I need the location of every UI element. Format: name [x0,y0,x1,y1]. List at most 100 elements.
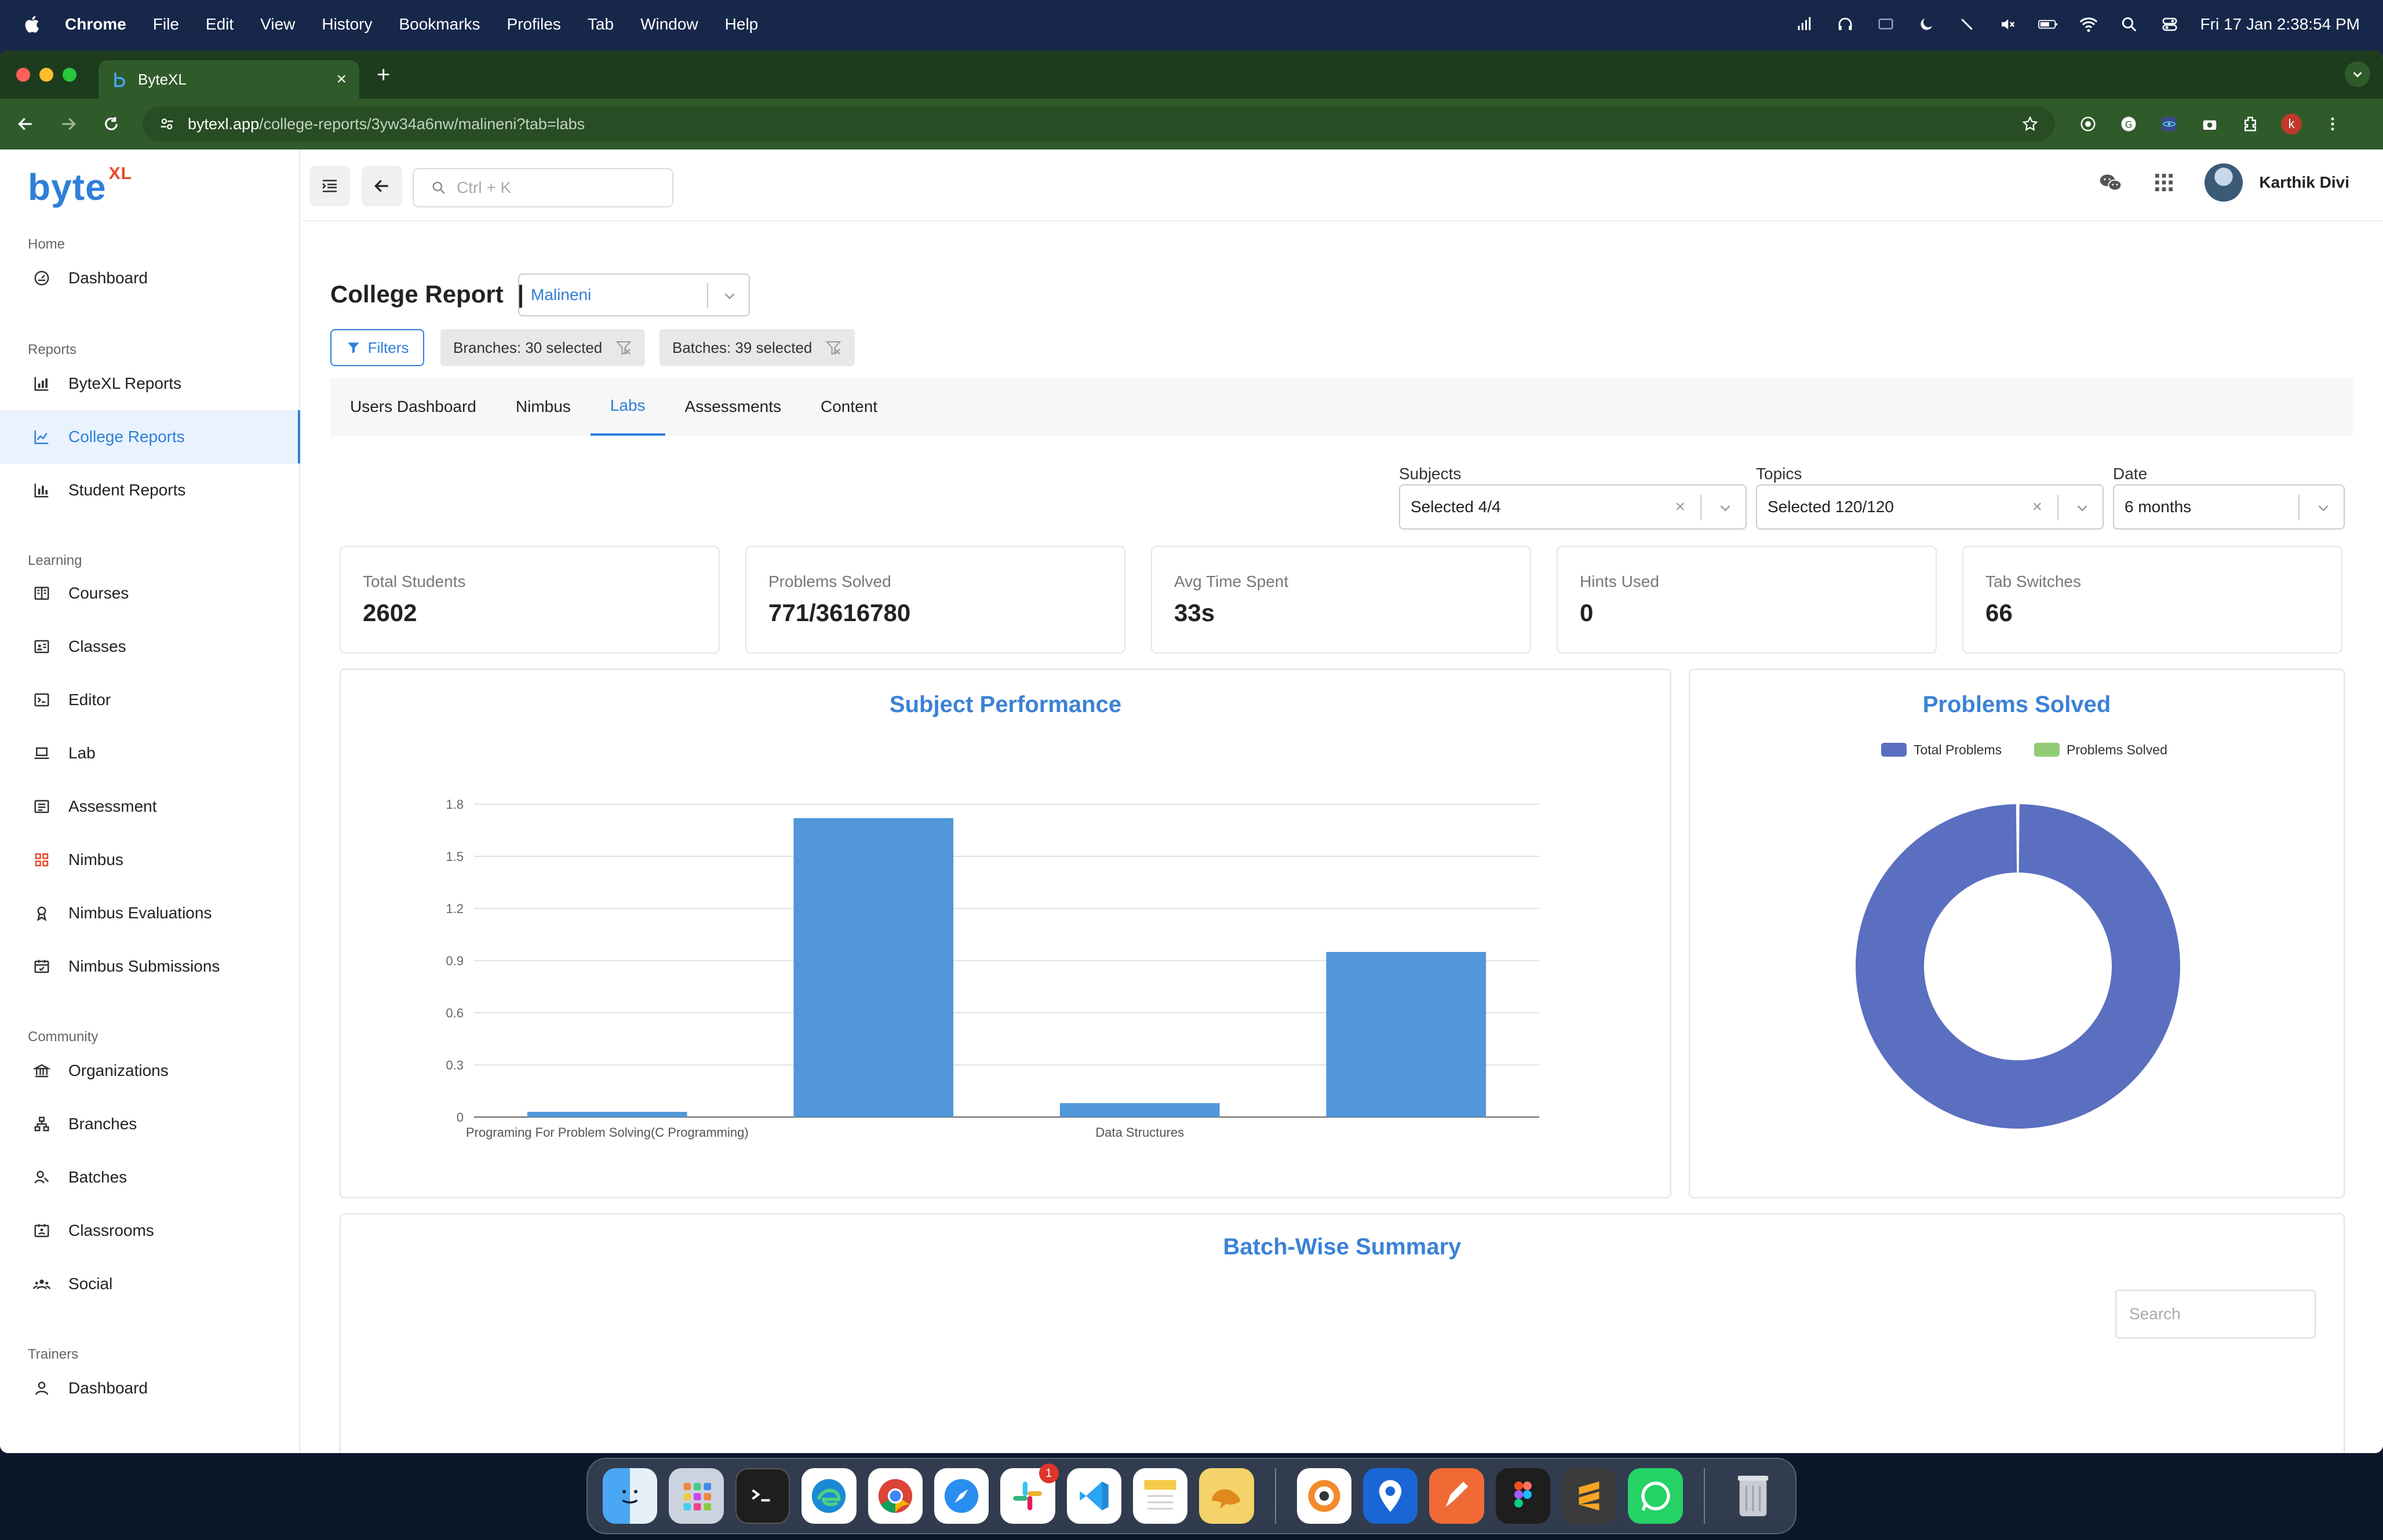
headphones-icon[interactable] [1835,14,1855,34]
menu-help[interactable]: Help [725,15,759,34]
browser-tab[interactable]: ByteXL × [99,60,359,98]
sidebar-item-assessment[interactable]: Assessment [0,780,300,833]
sidebar-item-classrooms[interactable]: Classrooms [0,1204,300,1257]
dock-finder-icon[interactable] [603,1468,658,1524]
tab-assessments[interactable]: Assessments [665,378,801,436]
reload-icon[interactable] [100,112,123,136]
tab-search-chevron-icon[interactable] [2345,61,2370,87]
apple-logo-icon[interactable] [23,14,43,34]
extension-record-icon[interactable] [2078,114,2098,134]
sidebar-item-editor[interactable]: Editor [0,673,300,727]
dock-vscode-icon[interactable] [1066,1468,1121,1524]
batch-search-input[interactable]: Search [2115,1290,2316,1338]
legend-swatch[interactable] [1881,743,1907,757]
menu-view[interactable]: View [260,15,295,34]
clear-filter-icon[interactable] [615,339,632,356]
extension-grammarly-icon[interactable]: G [2119,114,2138,134]
sidebar-item-social[interactable]: Social [0,1257,300,1311]
back-arrow-icon[interactable] [14,112,37,136]
sidebar-item-courses[interactable]: Courses [0,567,300,620]
global-search-input[interactable]: Ctrl + K [413,168,673,207]
close-window-button[interactable] [16,68,30,82]
sidebar-item-nimbus-evaluations[interactable]: Nimbus Evaluations [0,886,300,940]
sidebar-item-classes[interactable]: Classes [0,620,300,673]
dock-pen-icon[interactable] [1429,1468,1484,1524]
menu-tab[interactable]: Tab [588,15,614,34]
dock-pin-icon[interactable] [1362,1468,1418,1524]
clear-icon[interactable]: × [2032,497,2042,517]
menu-app-name[interactable]: Chrome [65,15,126,34]
bar[interactable] [1059,1103,1220,1117]
bookmark-star-icon[interactable] [2021,115,2039,133]
dock-sublime-icon[interactable] [1562,1468,1617,1524]
branches-chip[interactable]: Branches: 30 selected [440,329,646,366]
clear-icon[interactable]: × [1675,497,1685,517]
screen-mirror-icon[interactable] [1876,14,1896,34]
apps-grid-icon[interactable] [2152,171,2176,194]
profile-avatar[interactable]: k [2281,114,2302,134]
dock-slack-icon[interactable]: 1 [1000,1464,1059,1524]
dock-figma-icon[interactable] [1495,1468,1551,1524]
sidebar-item-student-reports[interactable]: Student Reports [0,464,300,517]
date-select[interactable]: 6 months [2113,484,2345,530]
clear-filter-icon[interactable] [825,339,842,356]
topics-select[interactable]: Selected 120/120 × [1756,484,2104,530]
bar[interactable] [527,1112,687,1117]
sidebar-item-nimbus-submissions[interactable]: Nimbus Submissions [0,940,300,993]
sidebar-item-branches[interactable]: Branches [0,1097,300,1151]
back-button[interactable] [362,166,402,206]
menu-window[interactable]: Window [640,15,698,34]
menu-edit[interactable]: Edit [206,15,234,34]
control-center-icon[interactable] [2160,14,2180,34]
chat-icon[interactable] [2098,170,2123,195]
dock-trash-icon[interactable] [1726,1468,1780,1524]
sidebar-item-college-reports[interactable]: College Reports [0,410,300,464]
hotspot-icon[interactable] [1795,14,1814,34]
subjects-select[interactable]: Selected 4/4 × [1399,484,1747,530]
menu-file[interactable]: File [153,15,179,34]
dock-notes-icon[interactable] [1132,1468,1188,1524]
dock-whatsapp-icon[interactable] [1628,1468,1683,1524]
minimize-window-button[interactable] [39,68,53,82]
bar[interactable] [793,818,954,1117]
batches-chip[interactable]: Batches: 39 selected [659,329,855,366]
menu-bookmarks[interactable]: Bookmarks [399,15,480,34]
close-tab-icon[interactable]: × [336,70,347,89]
slash-icon[interactable] [1957,14,1977,34]
site-settings-icon[interactable] [159,116,175,132]
legend-swatch[interactable] [2034,743,2060,757]
legend-label[interactable]: Total Problems [1914,742,2002,757]
toggle-sidebar-button[interactable] [309,166,350,206]
mute-icon[interactable] [1998,14,2017,34]
dock-podcast-icon[interactable] [1296,1468,1351,1524]
user-name[interactable]: Karthik Divi [2259,173,2349,192]
dock-tableplus-icon[interactable] [1199,1468,1254,1524]
new-tab-icon[interactable]: + [377,62,390,88]
browser-menu-icon[interactable] [2323,114,2342,134]
college-select[interactable]: Malineni [518,273,750,316]
donut-slice[interactable] [1856,804,2181,1129]
bar[interactable] [1326,952,1486,1117]
filters-button[interactable]: Filters [330,329,424,366]
extension-camera-icon[interactable] [2200,114,2220,134]
dock-edge-icon[interactable] [801,1468,857,1524]
extensions-puzzle-icon[interactable] [2240,114,2260,134]
user-avatar[interactable] [2205,163,2243,202]
sidebar-item-nimbus[interactable]: Nimbus [0,833,300,886]
sidebar-item-lab[interactable]: Lab [0,727,300,780]
extension-react-icon[interactable] [2159,114,2179,134]
bytexl-logo[interactable]: byte XL [28,164,132,209]
menu-history[interactable]: History [322,15,372,34]
tab-users-dashboard[interactable]: Users Dashboard [330,378,496,436]
sidebar-item-bytexl-reports[interactable]: ByteXL Reports [0,357,300,410]
menu-profiles[interactable]: Profiles [507,15,561,34]
dock-chrome-icon[interactable] [868,1468,923,1524]
moon-icon[interactable] [1916,14,1936,34]
sidebar-item-organizations[interactable]: Organizations [0,1044,300,1097]
sidebar-item-trainer-dashboard[interactable]: Dashboard [0,1362,300,1415]
spotlight-search-icon[interactable] [2119,14,2139,34]
dock-terminal-icon[interactable] [735,1468,790,1524]
dock-safari-icon[interactable] [934,1468,989,1524]
battery-icon[interactable] [2038,14,2058,34]
legend-label[interactable]: Problems Solved [2067,742,2167,757]
